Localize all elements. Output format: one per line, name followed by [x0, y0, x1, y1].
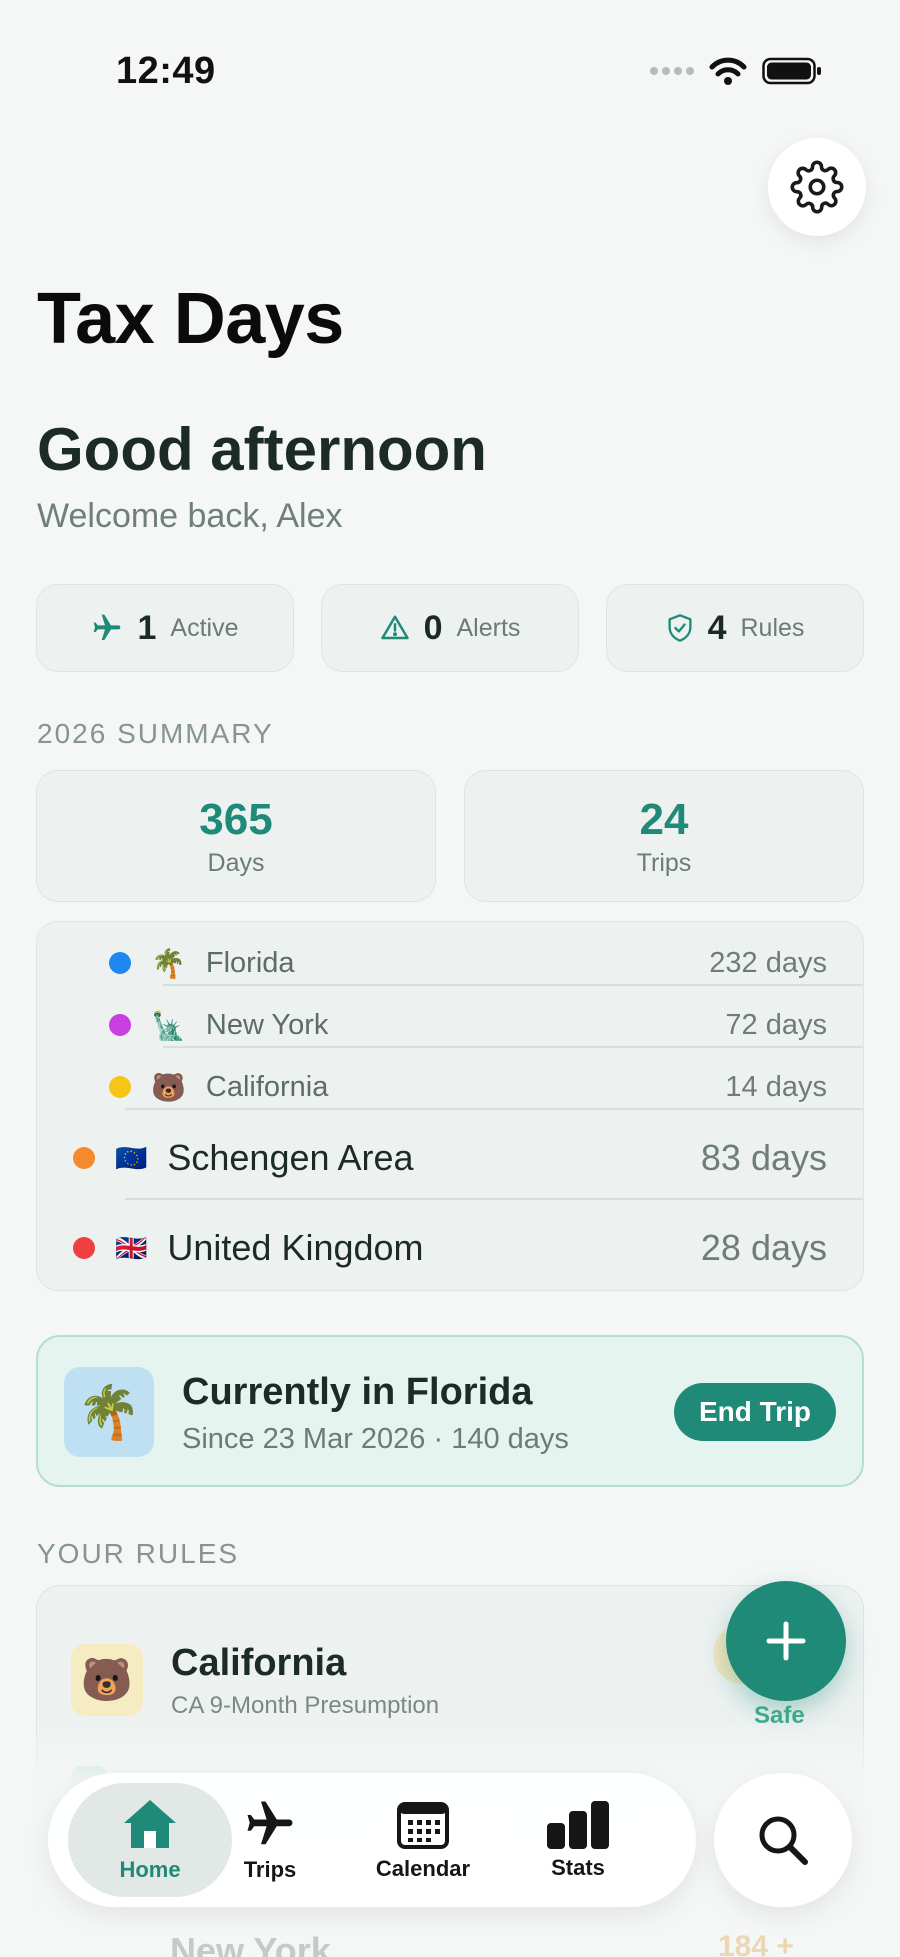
- bar-chart-icon: [547, 1801, 609, 1849]
- tab-label: Trips: [243, 1857, 297, 1882]
- tab-stats[interactable]: Stats: [503, 1773, 653, 1907]
- end-trip-button[interactable]: End Trip: [674, 1383, 836, 1441]
- bear-icon: 🐻: [71, 1644, 143, 1716]
- rule-value: 184 +: [718, 1930, 794, 1957]
- region-dot: [73, 1147, 95, 1169]
- tab-calendar[interactable]: Calendar: [348, 1773, 498, 1907]
- region-days: 232 days: [709, 946, 827, 979]
- divider: [163, 984, 863, 986]
- chip-label: Alerts: [456, 613, 521, 642]
- status-indicators: [650, 56, 822, 86]
- rule-title: California: [171, 1642, 347, 1684]
- region-days: 28 days: [700, 1227, 827, 1268]
- trips-label: Trips: [636, 848, 692, 877]
- palm-tree-icon: 🌴: [151, 947, 186, 979]
- days-value: 365: [199, 794, 273, 844]
- eu-flag-icon: 🇪🇺: [115, 1142, 148, 1173]
- chip-value: 1: [137, 608, 157, 647]
- region-name: Florida: [205, 946, 295, 979]
- region-name: Schengen Area: [167, 1137, 414, 1178]
- chip-value: 4: [707, 608, 727, 647]
- summary-cards: 365 Days 24 Trips: [36, 770, 864, 902]
- search-icon: [759, 1816, 808, 1865]
- current-trip-title: Currently in Florida: [182, 1371, 533, 1413]
- summary-section-label: 2026 SUMMARY: [37, 718, 274, 749]
- airplane-icon: [247, 1801, 293, 1845]
- region-days: 72 days: [725, 1008, 827, 1041]
- tab-label: Stats: [551, 1855, 605, 1880]
- palm-tree-icon: 🌴: [64, 1367, 154, 1457]
- status-time: 12:49: [116, 50, 216, 92]
- current-trip-subtitle: Since 23 Mar 2026 · 140 days: [182, 1423, 569, 1455]
- search-button[interactable]: [714, 1773, 852, 1907]
- stats-chips: 1 Active 0 Alerts 4 Rules: [36, 584, 864, 672]
- region-days: 83 days: [700, 1137, 827, 1178]
- greeting-title: Good afternoon: [37, 416, 487, 483]
- current-trip-card[interactable]: 🌴 Currently in Florida Since 23 Mar 2026…: [36, 1335, 864, 1487]
- tab-trips[interactable]: Trips: [195, 1773, 345, 1907]
- tab-label: Calendar: [375, 1856, 471, 1881]
- tab-bar: Home Trips Calendar Stats: [48, 1773, 696, 1907]
- region-name: New York: [205, 1008, 329, 1041]
- shield-check-icon: [668, 614, 692, 642]
- region-dot: [109, 1076, 131, 1098]
- alerts-chip[interactable]: 0 Alerts: [321, 584, 579, 672]
- add-trip-button[interactable]: [726, 1581, 846, 1701]
- region-row-united-kingdom[interactable]: 🇬🇧 United Kingdom 28 days: [37, 1208, 863, 1288]
- warning-icon: [380, 615, 409, 640]
- rules-section-label: YOUR RULES: [37, 1538, 240, 1569]
- divider: [125, 1108, 863, 1110]
- rule-subtitle: CA 9-Month Presumption: [171, 1692, 440, 1719]
- chip-label: Rules: [740, 613, 805, 642]
- wifi-icon: [709, 57, 747, 85]
- divider: [125, 1198, 863, 1200]
- region-dot: [109, 952, 131, 974]
- rule-title: New York: [170, 1930, 331, 1957]
- divider: [163, 1046, 863, 1048]
- region-dot: [109, 1014, 131, 1036]
- app-title: Tax Days: [37, 279, 344, 359]
- tab-label: Home: [119, 1857, 181, 1882]
- region-list: 🌴 Florida 232 days 🗽 New York 72 days 🐻 …: [36, 921, 864, 1291]
- battery-icon: [762, 57, 821, 85]
- settings-button[interactable]: [768, 138, 866, 236]
- trips-value: 24: [639, 794, 689, 844]
- days-label: Days: [207, 848, 265, 877]
- chip-value: 0: [423, 608, 443, 647]
- airplane-icon: [94, 614, 121, 640]
- uk-flag-icon: 🇬🇧: [115, 1232, 148, 1263]
- region-days: 14 days: [725, 1070, 827, 1103]
- bear-icon: 🐻: [151, 1071, 186, 1103]
- region-name: United Kingdom: [167, 1227, 424, 1268]
- cellular-signal-icon: [650, 67, 694, 75]
- home-icon: [124, 1800, 176, 1848]
- region-dot: [73, 1237, 95, 1259]
- active-trips-chip[interactable]: 1 Active: [36, 584, 294, 672]
- days-summary-card[interactable]: 365 Days: [36, 770, 436, 902]
- statue-of-liberty-icon: 🗽: [151, 1009, 186, 1041]
- rules-chip[interactable]: 4 Rules: [606, 584, 864, 672]
- plus-icon: [766, 1621, 806, 1661]
- trips-summary-card[interactable]: 24 Trips: [464, 770, 864, 902]
- region-name: California: [205, 1070, 329, 1103]
- chip-label: Active: [170, 613, 239, 642]
- region-row-schengen[interactable]: 🇪🇺 Schengen Area 83 days: [37, 1118, 863, 1198]
- greeting-subtitle: Welcome back, Alex: [37, 497, 343, 535]
- gear-icon: [790, 160, 844, 214]
- calendar-icon: [397, 1802, 449, 1849]
